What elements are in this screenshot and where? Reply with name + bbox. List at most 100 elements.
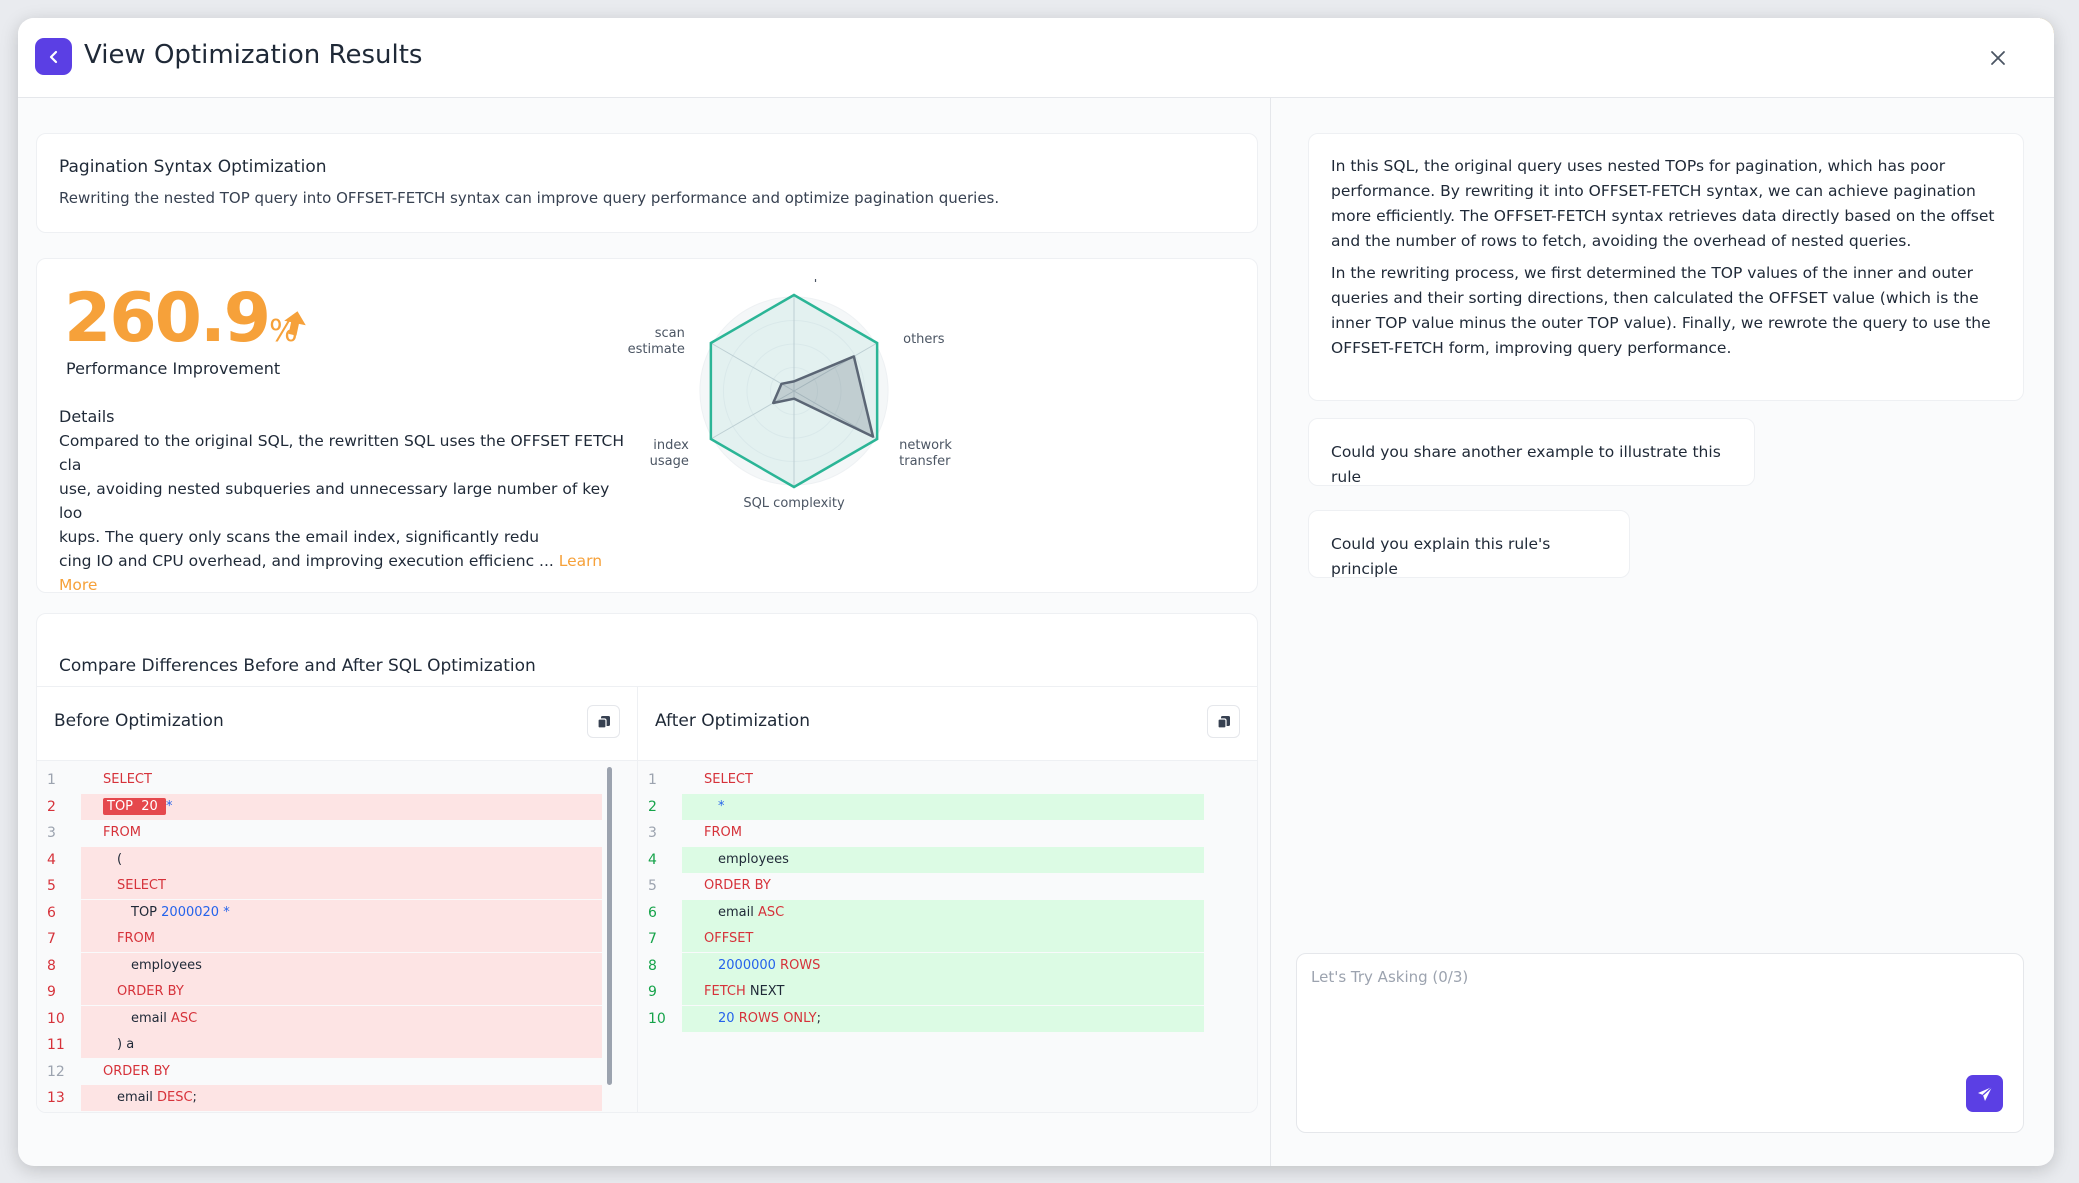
line-number: 8 [47,957,56,974]
code-text: ORDER BY [117,984,184,999]
code-line: 3 FROM [638,820,1257,846]
after-code-area[interactable]: 1 SELECT 2 * 3 FROM 4 employees 5 ORDER BY 6 email … [638,761,1257,1112]
line-number: 13 [47,1090,65,1106]
suggestion-button[interactable]: Could you share another example to illus… [1308,418,1755,486]
sql-text: email [117,1090,157,1105]
radar-axis-label-line: network [899,438,952,453]
copy-icon [596,715,610,729]
code-line: 1 SELECT [37,767,637,793]
code-text: 20 ROWS ONLY; [718,1011,821,1026]
radar-axis-label: SQL complexity [743,496,845,511]
code-line: 1 SELECT [638,767,1257,793]
sql-keyword: SELECT [117,878,166,893]
line-number: 5 [648,878,657,894]
sql-keyword: SELECT [704,772,753,787]
sql-keyword: FETCH [704,984,750,999]
code-line: 5 ORDER BY [638,873,1257,899]
code-text: employees [718,852,789,867]
after-header: After Optimization [638,687,1257,761]
line-number: 10 [648,1010,666,1027]
code-line: 10 20 ROWS ONLY; [638,1005,1257,1032]
copy-after-button[interactable] [1207,705,1240,738]
line-number: 1 [648,772,657,788]
before-code-area[interactable]: 1 SELECT 2 TOP 20 * 3 FROM 4(5 SELECT 6 TOP 20000… [37,761,637,1112]
code-line: 10 email ASC [37,1005,637,1032]
compare-title: Compare Differences Before and After SQL… [59,656,536,676]
line-number: 4 [648,851,657,868]
code-text: SELECT [103,772,152,787]
line-number: 8 [648,957,657,974]
radar-axis-label-line: estimate [628,342,685,357]
sql-text: email [718,904,758,920]
sql-text: ; [192,1090,197,1105]
sql-keyword: SELECT [103,772,152,787]
sql-keyword: ROWS [780,957,821,973]
back-button[interactable] [35,38,72,75]
sql-text: employees [131,957,202,973]
chevron-left-icon [49,50,57,63]
code-line: 5 SELECT [37,873,637,899]
code-text: OFFSET [704,931,753,946]
sql-keyword: ROWS ONLY [738,1010,817,1026]
sql-text: ( [117,851,123,867]
sql-keyword: ASC [757,904,785,920]
sql-text: NEXT [749,984,785,999]
sql-star: * [718,798,725,814]
code-scrollbar[interactable] [607,767,612,1085]
code-text: FROM [704,825,742,840]
suggestion-button[interactable]: Could you explain this rule's principle [1308,510,1630,578]
radar-axis-label-line: scan [655,326,685,341]
line-number: 5 [47,878,56,894]
code-text: SELECT [704,772,753,787]
copy-before-button[interactable] [587,705,620,738]
performance-label: Performance Improvement [66,359,281,378]
sql-number: 2000000 [718,957,781,973]
after-title: After Optimization [655,711,810,731]
changed-token-highlight: TOP 20 [103,797,166,815]
code-line-highlight [81,926,602,952]
close-icon [1991,51,2005,65]
explanation-paragraph: In the rewriting process, we first deter… [1331,264,1991,357]
code-text: SELECT [117,878,166,893]
line-number: 10 [47,1010,65,1027]
code-line-highlight [81,846,602,873]
radar-axis-label: others [903,332,945,347]
close-button[interactable] [1988,48,2008,68]
performance-number: 260.9 [64,279,271,358]
after-pane: After Optimization 1 SELECT 2 * 3 FROM 4 employ… [638,686,1257,1112]
code-text: * [718,799,725,814]
code-line: 6 email ASC [638,899,1257,926]
radar-axis-label-line: index [653,438,689,453]
line-number: 3 [47,825,56,841]
performance-card: 260.9% Performance Improvement Details C… [36,258,1258,594]
code-line: 8 2000000 ROWS [638,952,1257,979]
line-number: 7 [47,931,56,947]
code-text: ORDER BY [103,1064,170,1079]
explanation-bubble: In this SQL, the original query uses nes… [1308,133,2024,401]
code-line: 9 ORDER BY [37,979,637,1005]
sql-number: 2000020 [161,904,220,920]
code-text: FETCH NEXT [704,984,784,999]
sql-star: * [165,798,173,814]
rule-description: Rewriting the nested TOP query into OFFS… [59,189,1000,207]
code-text: TOP 2000020 * [131,905,230,920]
code-line: 2 * [638,793,1257,820]
code-text: TOP 20 * [103,797,173,815]
sql-keyword: ORDER BY [704,878,771,893]
code-line: 8 employees [37,952,637,979]
code-text: 2000000 ROWS [718,958,820,973]
sql-text: email [131,1010,171,1026]
line-number: 6 [648,904,657,921]
ask-input[interactable] [1311,968,2001,1068]
code-line: 7 FROM [37,926,637,952]
send-button[interactable] [1966,1075,2003,1112]
line-number: 3 [648,825,657,841]
code-text: employees [131,958,202,973]
sql-keyword: ORDER BY [103,1063,170,1079]
sql-keyword: FROM [117,931,155,946]
rule-card: Pagination Syntax Optimization Rewriting… [36,133,1258,233]
radar-axis-label-line: SQL complexity [743,496,845,511]
code-line: 12 ORDER BY [37,1059,637,1085]
ask-input-box [1296,953,2024,1133]
sql-text: ; [816,1010,821,1026]
